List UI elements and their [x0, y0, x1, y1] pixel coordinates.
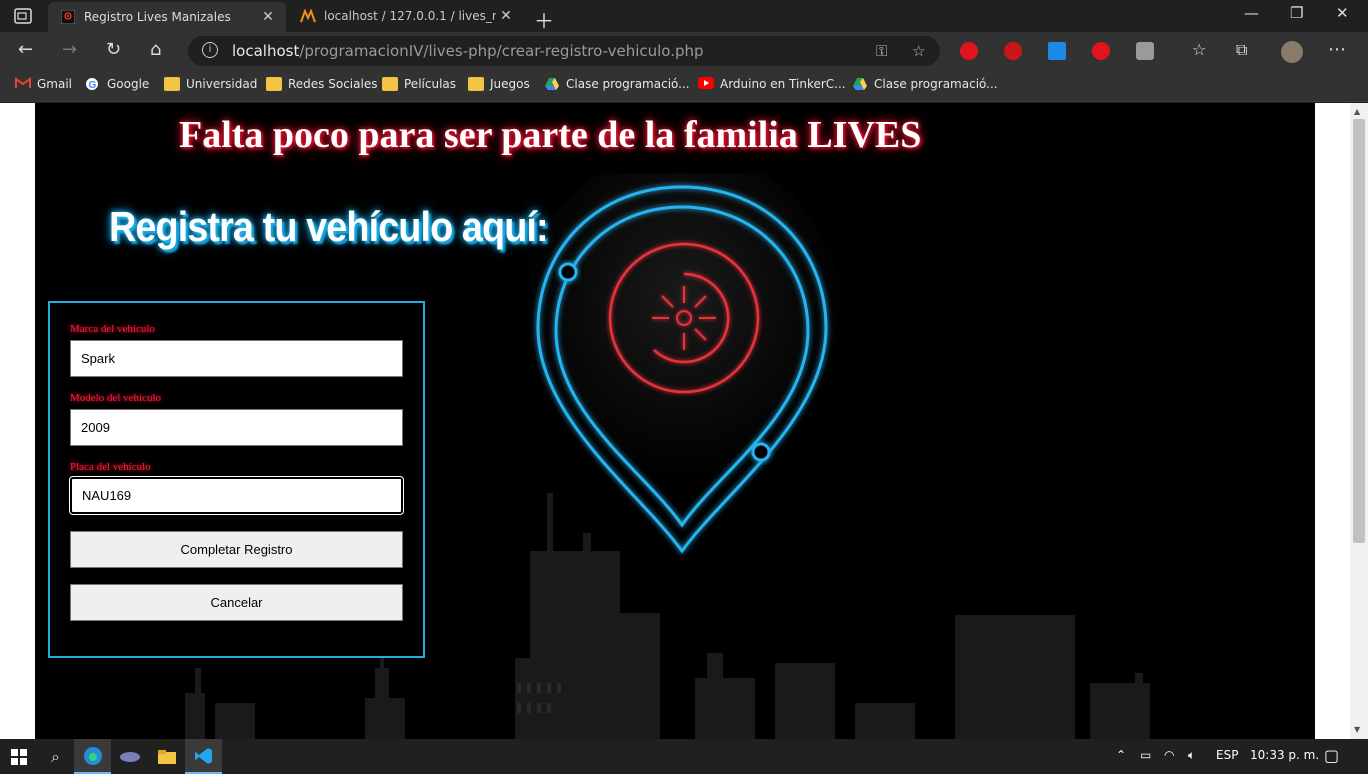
complete-registration-button[interactable]: Completar Registro	[70, 531, 403, 568]
neon-location-pin-image	[520, 173, 847, 554]
model-label: Modelo del vehículo	[70, 392, 162, 404]
close-tab-icon[interactable]: ✕	[496, 8, 516, 24]
drive-icon	[544, 77, 560, 91]
address-url[interactable]: localhost/programacionIV/lives-php/crear…	[232, 42, 704, 60]
bookmark-clase-programacion-1[interactable]: Clase programació...	[544, 77, 690, 91]
stop-extension-icon[interactable]	[1092, 42, 1110, 60]
bookmark-arduino-tinkercad[interactable]: Arduino en TinkerC...	[698, 77, 846, 91]
search-icon[interactable]: ⌕	[37, 739, 74, 774]
extension-red-icon[interactable]	[1004, 42, 1022, 60]
brand-label: Marca del vehículo	[70, 323, 155, 335]
svg-text:G: G	[89, 80, 97, 91]
page-scrollbar[interactable]: ▲ ▼	[1350, 103, 1368, 739]
tray-expand-icon[interactable]: ⌃	[1116, 748, 1126, 762]
windows-taskbar: ⌕ ⌃ ▭ ◠ 🔈︎ ESP 10:33 p. m. ▢	[0, 739, 1368, 774]
drive-icon	[852, 77, 868, 91]
php-app-icon[interactable]	[111, 739, 148, 774]
restore-icon[interactable]: ❐	[1290, 4, 1303, 22]
tab-title: localhost / 127.0.0.1 / lives_mani:	[324, 9, 496, 23]
extension-grey-icon[interactable]	[1136, 42, 1154, 60]
lives-favicon-icon	[60, 9, 76, 25]
scrollbar-thumb[interactable]	[1353, 119, 1365, 543]
folder-icon	[382, 77, 398, 91]
plate-input[interactable]	[70, 477, 403, 514]
scroll-up-icon[interactable]: ▲	[1354, 107, 1360, 116]
minimize-icon[interactable]: —	[1244, 4, 1259, 22]
tab-phpmyadmin[interactable]: localhost / 127.0.0.1 / lives_mani: ✕	[288, 0, 524, 32]
home-icon[interactable]: ⌂	[150, 40, 161, 60]
address-bar[interactable]: i localhost/programacionIV/lives-php/cre…	[188, 36, 940, 66]
folder-icon	[164, 77, 180, 91]
phpmyadmin-favicon-icon	[300, 8, 316, 24]
battery-icon[interactable]: ▭	[1140, 748, 1151, 762]
page-viewport: Falta poco para ser parte de la familia …	[0, 103, 1368, 739]
profile-avatar[interactable]	[1281, 41, 1303, 63]
youtube-icon	[698, 77, 714, 91]
model-input[interactable]	[70, 409, 403, 446]
folder-icon	[266, 77, 282, 91]
volume-icon[interactable]: 🔈︎	[1188, 748, 1195, 763]
bookmark-clase-programacion-2[interactable]: Clase programació...	[852, 77, 998, 91]
bookmark-universidad[interactable]: Universidad	[164, 77, 257, 91]
plate-label: Placa del vehículo	[70, 461, 151, 473]
page-stage: Falta poco para ser parte de la familia …	[35, 103, 1315, 739]
notifications-icon[interactable]: ▢	[1324, 746, 1339, 765]
vehicle-registration-form: Marca del vehículo Modelo del vehículo P…	[48, 301, 425, 658]
windows-start-icon[interactable]	[0, 739, 37, 774]
page-subheading: Registra tu vehículo aquí:	[109, 203, 549, 250]
browser-titlebar: Registro Lives Manizales ✕ localhost / 1…	[0, 0, 1368, 34]
refresh-icon[interactable]: ↻	[106, 40, 121, 60]
new-tab-icon[interactable]: ＋	[534, 5, 554, 34]
back-icon[interactable]: ←	[18, 40, 33, 60]
gmail-icon	[15, 77, 31, 91]
vscode-icon[interactable]	[185, 739, 222, 774]
tab-actions-icon[interactable]	[14, 8, 32, 24]
close-window-icon[interactable]: ✕	[1336, 4, 1349, 22]
site-info-icon[interactable]: i	[202, 42, 218, 58]
bookmark-google[interactable]: G Google	[85, 77, 149, 91]
wifi-icon[interactable]: ◠	[1164, 748, 1174, 762]
collections-icon[interactable]: ⧉	[1236, 40, 1247, 60]
bookmark-redes-sociales[interactable]: Redes Sociales	[266, 77, 377, 91]
google-icon: G	[85, 77, 101, 91]
tab-title: Registro Lives Manizales	[84, 10, 231, 24]
scroll-down-icon[interactable]: ▼	[1354, 725, 1360, 734]
adblock-extension-icon[interactable]	[960, 42, 978, 60]
bookmarks-bar: Gmail G Google Universidad Redes Sociale…	[0, 70, 1368, 102]
bookmark-juegos[interactable]: Juegos	[468, 77, 530, 91]
edge-browser-icon[interactable]	[74, 739, 111, 774]
close-tab-icon[interactable]: ✕	[258, 9, 278, 25]
more-menu-icon[interactable]: ⋯	[1328, 40, 1346, 60]
bookmark-peliculas[interactable]: Películas	[382, 77, 456, 91]
cancel-button[interactable]: Cancelar	[70, 584, 403, 621]
bookmark-gmail[interactable]: Gmail	[15, 77, 72, 91]
favorites-icon[interactable]: ☆	[1192, 40, 1206, 60]
language-indicator[interactable]: ESP	[1216, 748, 1238, 762]
forward-icon[interactable]: →	[62, 40, 77, 60]
browser-navbar: ← → ↻ ⌂ i localhost/programacionIV/lives…	[0, 32, 1368, 70]
page-headline: Falta poco para ser parte de la familia …	[179, 114, 922, 156]
bookmark-extension-icon[interactable]	[1048, 42, 1066, 60]
key-icon[interactable]: ⚿	[876, 42, 887, 60]
tab-registro[interactable]: Registro Lives Manizales ✕	[48, 2, 286, 32]
add-favorite-icon[interactable]: ☆	[912, 42, 925, 60]
clock[interactable]: 10:33 p. m.	[1250, 748, 1319, 762]
file-explorer-icon[interactable]	[148, 739, 185, 774]
folder-icon	[468, 77, 484, 91]
brand-input[interactable]	[70, 340, 403, 377]
